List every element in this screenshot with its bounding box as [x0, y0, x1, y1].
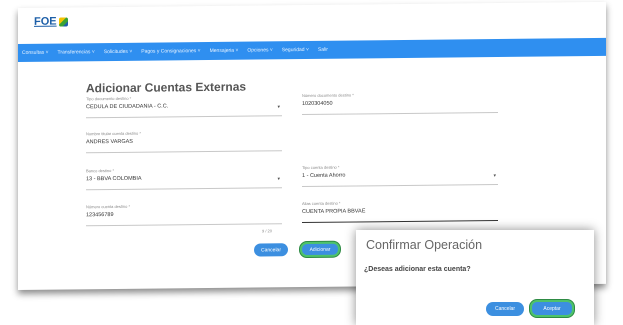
- dialog-message: ¿Deseas adicionar esta cuenta?: [364, 266, 471, 273]
- nav-salir[interactable]: Salir: [318, 47, 328, 53]
- alias-field[interactable]: Alias cuenta destino * CUENTA PROPIA BBV…: [302, 199, 498, 224]
- logo-icon: [58, 16, 68, 27]
- account-number-label: Número cuenta destino *: [86, 203, 131, 210]
- dialog-cancel-button[interactable]: Cancelar: [486, 302, 524, 316]
- nav-transferencias[interactable]: Transferencias ˅: [58, 49, 95, 55]
- doc-number-value: 1020304050: [302, 100, 333, 108]
- doc-number-label: Número documento destino *: [302, 92, 354, 99]
- chevron-down-icon: ▾: [277, 176, 280, 183]
- dialog-title: Confirmar Operación: [366, 238, 483, 252]
- nav-consultas[interactable]: Consultas ˅: [22, 50, 49, 56]
- confirm-dialog: Confirmar Operación ¿Deseas adicionar es…: [356, 230, 594, 325]
- doc-type-value: CEDULA DE CIUDADANIA - C.C.: [86, 103, 169, 111]
- app-logo[interactable]: FOE: [34, 15, 68, 28]
- chevron-down-icon: ▾: [277, 104, 280, 111]
- nav-opciones[interactable]: Opciones ˅: [247, 47, 272, 53]
- nav-seguridad[interactable]: Seguridad ˅: [282, 47, 309, 53]
- character-counter: 9 / 20: [262, 228, 273, 234]
- bank-value: 13 - BBVA COLOMBIA: [86, 175, 142, 183]
- bank-select[interactable]: Banco destino * 13 - BBVA COLOMBIA ▾: [86, 166, 282, 191]
- nav-solicitudes[interactable]: Solicitudes ˅: [104, 49, 133, 55]
- doc-number-field[interactable]: Número documento destino * 1020304050: [302, 91, 498, 116]
- dialog-accept-button[interactable]: Aceptar: [530, 300, 574, 317]
- cancel-button[interactable]: Cancelar: [254, 243, 288, 257]
- add-button[interactable]: Adicionar: [300, 241, 340, 258]
- account-number-value: 123456789: [86, 211, 114, 219]
- holder-name-field[interactable]: Nombre titular cuenta destino * ANDRES V…: [86, 129, 282, 154]
- account-type-select[interactable]: Tipo cuenta destino * 1 - Cuenta Ahorro …: [302, 163, 498, 188]
- doc-type-select[interactable]: Tipo documento destino * CEDULA DE CIUDA…: [86, 94, 282, 119]
- doc-type-label: Tipo documento destino *: [86, 95, 132, 102]
- page-title: Adicionar Cuentas Externas: [86, 79, 247, 96]
- alias-label: Alias cuenta destino *: [302, 200, 341, 207]
- holder-name-label: Nombre titular cuenta destino *: [86, 130, 141, 137]
- logo-text: FOE: [34, 15, 57, 28]
- account-type-value: 1 - Cuenta Ahorro: [302, 172, 346, 180]
- alias-value: CUENTA PROPIA BBVAE: [302, 208, 366, 216]
- nav-mensajeria[interactable]: Mensajeria ˅: [210, 48, 239, 54]
- account-number-field[interactable]: Número cuenta destino * 123456789: [86, 202, 282, 227]
- chevron-down-icon: ▾: [493, 172, 496, 180]
- nav-pagos[interactable]: Pagos y Consignaciones ˅: [141, 48, 200, 55]
- main-navbar: Consultas ˅ Transferencias ˅ Solicitudes…: [18, 37, 606, 62]
- bank-label: Banco destino *: [86, 167, 115, 174]
- holder-name-value: ANDRES VARGAS: [86, 138, 133, 146]
- account-type-label: Tipo cuenta destino *: [302, 164, 340, 171]
